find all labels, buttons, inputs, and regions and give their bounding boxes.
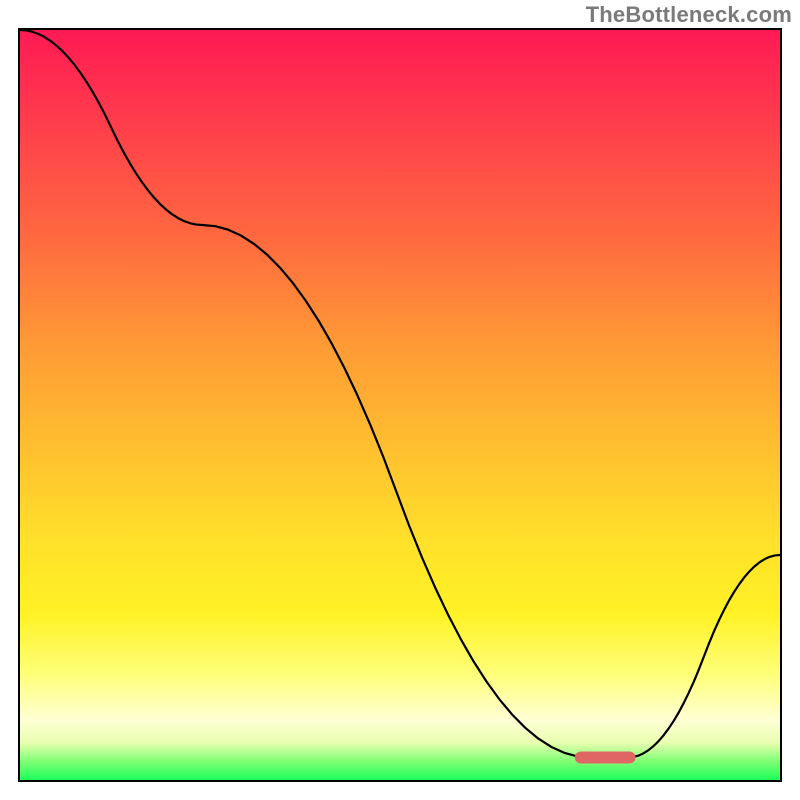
- plot-area: [18, 28, 782, 782]
- series-line: [20, 30, 780, 758]
- bottleneck-chart: TheBottleneck.com: [0, 0, 800, 800]
- optimal-marker: [575, 752, 636, 764]
- attribution-text: TheBottleneck.com: [586, 2, 792, 28]
- line-plot: [20, 30, 780, 780]
